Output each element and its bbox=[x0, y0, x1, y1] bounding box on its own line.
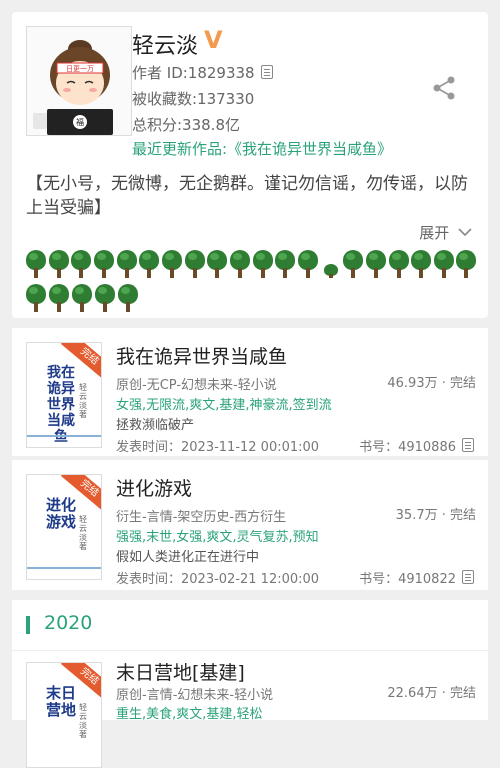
book-id-label: 书号：4910886 bbox=[359, 440, 456, 455]
tree-icon bbox=[252, 250, 273, 278]
tree-icon bbox=[118, 284, 138, 312]
tree-icon bbox=[71, 250, 92, 278]
book-description: 假如人类进化正在进行中 bbox=[116, 550, 260, 565]
avatar-laptop-badge: 福 bbox=[76, 118, 84, 127]
tree-icon bbox=[161, 250, 182, 278]
book-tags: 女强,无限流,爽文,基建,神豪流,签到流 bbox=[116, 398, 332, 413]
expand-label: 展开 bbox=[419, 224, 450, 242]
tree-icon bbox=[72, 284, 92, 312]
book-card[interactable]: 完结 末日营地 轻云淡著 末日营地[基建] 原创-言情-幻想未来-轻小说 22.… bbox=[12, 650, 488, 768]
tree-icon bbox=[139, 250, 160, 278]
total-points: 总积分:338.8亿 bbox=[132, 116, 240, 134]
tree-icon bbox=[411, 250, 432, 278]
tree-icon bbox=[365, 250, 386, 278]
copy-icon[interactable] bbox=[462, 570, 474, 584]
copy-icon[interactable] bbox=[260, 65, 273, 79]
cover-author: 轻云淡著 bbox=[79, 515, 87, 551]
author-id: 作者 ID:1829338 bbox=[132, 64, 255, 82]
book-title[interactable]: 进化游戏 bbox=[116, 474, 192, 501]
tree-icon bbox=[207, 250, 228, 278]
book-card[interactable]: 完结 我在诡异世界当咸鱼 轻云淡著 我在诡异世界当咸鱼 原创-无CP-幻想未来-… bbox=[12, 328, 488, 456]
cover-title: 进化游戏 bbox=[45, 496, 76, 531]
author-notice: 【无小号，无微博，无企鹅群。谨记勿信谣，勿传谣，以防上当受骗】 bbox=[26, 174, 468, 218]
author-avatar[interactable]: 日更一万 福 bbox=[26, 26, 132, 136]
book-word-count: 46.93万 · 完结 bbox=[387, 376, 476, 391]
cover-band bbox=[27, 435, 101, 437]
book-tags: 强强,末世,女强,爽文,灵气复苏,预知 bbox=[116, 530, 319, 545]
book-word-count: 35.7万 · 完结 bbox=[395, 508, 476, 523]
author-name: 轻云淡 bbox=[132, 34, 199, 59]
book-word-count: 22.64万 · 完结 bbox=[387, 686, 476, 701]
cover-title: 末日营地 bbox=[45, 684, 76, 719]
book-genre: 原创-无CP-幻想未来-轻小说 bbox=[116, 378, 277, 393]
tree-icon bbox=[26, 250, 46, 278]
tree-icon bbox=[26, 284, 46, 312]
tree-icon bbox=[116, 250, 137, 278]
book-genre: 衍生-言情-架空历史-西方衍生 bbox=[116, 510, 287, 525]
book-id: 书号：4910886 bbox=[359, 436, 474, 455]
book-title[interactable]: 我在诡异世界当咸鱼 bbox=[116, 342, 287, 369]
book-publish-date: 发表时间：2023-02-21 12:00:00 bbox=[116, 572, 320, 587]
tree-icon bbox=[49, 284, 69, 312]
tree-icon bbox=[321, 250, 341, 278]
book-genre: 原创-言情-幻想未来-轻小说 bbox=[116, 688, 274, 703]
book-cover[interactable]: 完结 末日营地 轻云淡著 bbox=[26, 662, 102, 768]
tree-icon bbox=[275, 250, 296, 278]
copy-icon[interactable] bbox=[462, 438, 474, 452]
tree-icon bbox=[297, 250, 318, 278]
year-label: 2020 bbox=[44, 612, 93, 634]
chevron-down-icon bbox=[458, 228, 472, 237]
book-tags: 重生,美食,爽文,基建,轻松 bbox=[116, 707, 263, 722]
latest-work-link[interactable]: 最近更新作品:《我在诡异世界当咸鱼》 bbox=[132, 138, 392, 159]
book-publish-date: 发表时间：2023-11-12 00:01:00 bbox=[116, 440, 320, 455]
cover-author: 轻云淡著 bbox=[79, 383, 87, 419]
book-id: 书号：4910822 bbox=[359, 568, 474, 587]
tree-icon bbox=[229, 250, 250, 278]
author-id-line: 作者 ID:1829338 bbox=[132, 62, 273, 83]
tree-icon bbox=[388, 250, 409, 278]
author-profile-card: 日更一万 福 轻云淡 V 作者 ID:1829338 被收藏数:137330 总… bbox=[12, 12, 488, 318]
cover-title: 我在诡异世界当咸鱼 bbox=[47, 365, 75, 445]
collections-count: 被收藏数:137330 bbox=[132, 90, 255, 108]
book-description: 拯救濒临破产 bbox=[116, 418, 195, 433]
tree-icon bbox=[95, 284, 115, 312]
tree-badge-row bbox=[26, 284, 476, 312]
share-icon[interactable] bbox=[430, 74, 458, 102]
tree-badges bbox=[26, 250, 477, 318]
tree-icon bbox=[184, 250, 205, 278]
tree-icon bbox=[433, 250, 454, 278]
verified-badge: V bbox=[204, 26, 223, 54]
book-card[interactable]: 完结 进化游戏 轻云淡著 进化游戏 衍生-言情-架空历史-西方衍生 35.7万 … bbox=[12, 460, 488, 590]
cover-author: 轻云淡著 bbox=[79, 703, 87, 739]
tree-icon bbox=[456, 250, 477, 278]
book-cover[interactable]: 完结 进化游戏 轻云淡著 bbox=[26, 474, 102, 580]
book-id-label: 书号：4910822 bbox=[359, 572, 456, 587]
tree-badge-row bbox=[26, 250, 477, 278]
book-title[interactable]: 末日营地[基建] bbox=[116, 658, 245, 685]
tree-icon bbox=[93, 250, 114, 278]
expand-toggle[interactable]: 展开 bbox=[419, 222, 472, 243]
tree-icon bbox=[343, 250, 364, 278]
tree-icon bbox=[48, 250, 69, 278]
cover-band bbox=[27, 567, 101, 569]
year-section: 2020 完结 末日营地 轻云淡著 末日营地[基建] 原创-言情-幻想未来-轻小… bbox=[12, 600, 488, 768]
avatar-headband-text: 日更一万 bbox=[66, 65, 94, 73]
year-marker bbox=[26, 616, 30, 634]
book-cover[interactable]: 完结 我在诡异世界当咸鱼 轻云淡著 bbox=[26, 342, 102, 448]
